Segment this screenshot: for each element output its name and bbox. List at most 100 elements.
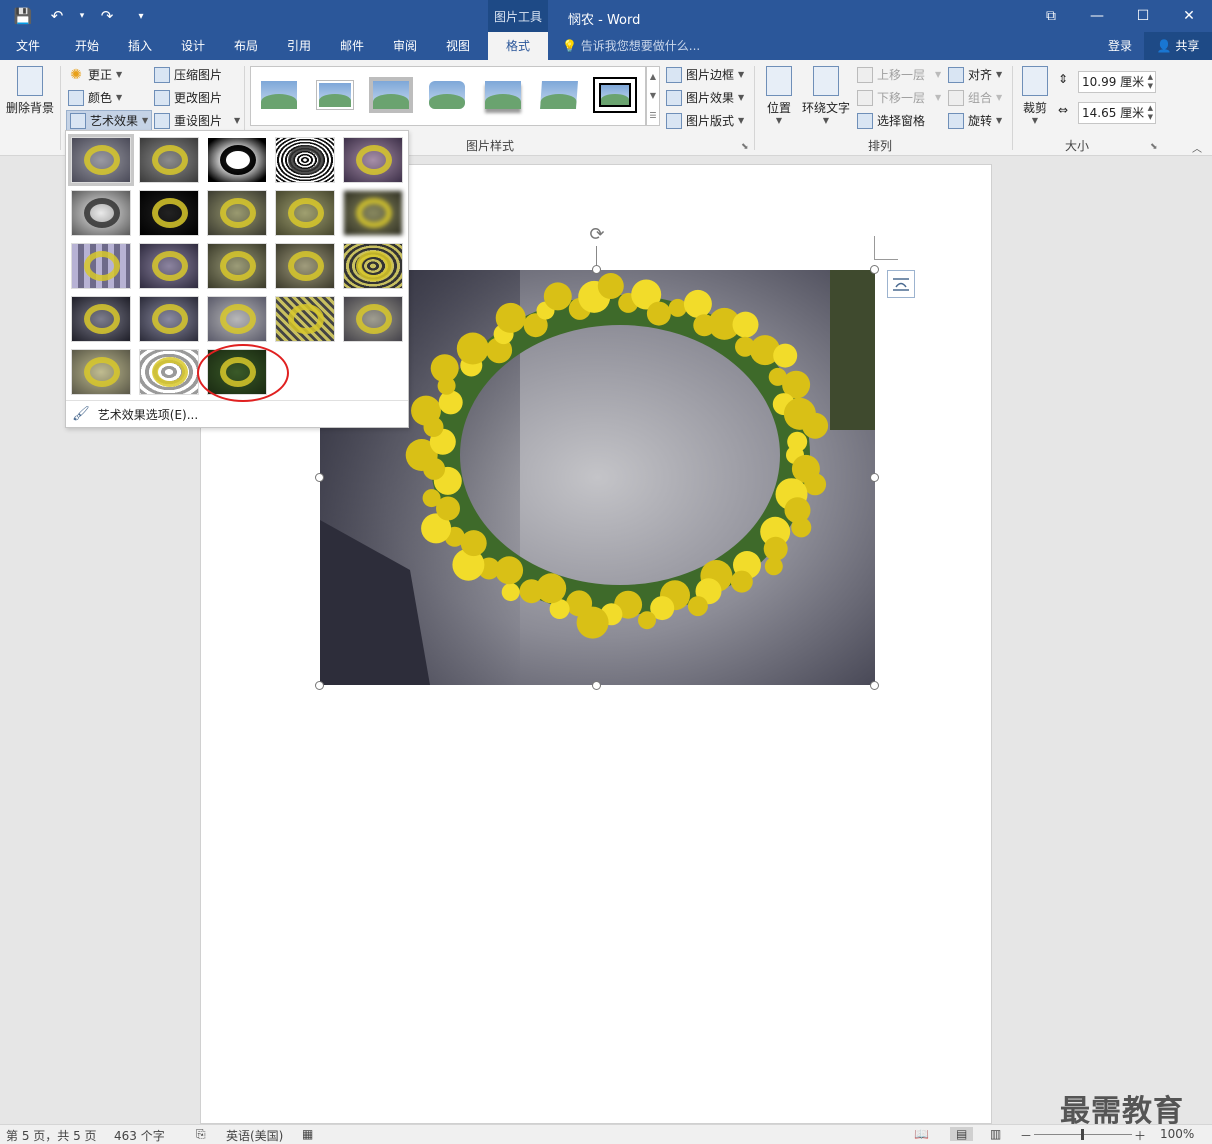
minimize-icon[interactable]: — <box>1074 0 1120 32</box>
tab-home[interactable]: 开始 <box>62 32 112 60</box>
corrections-button[interactable]: ✺ 更正 ▼ <box>68 66 122 83</box>
layout-options-icon[interactable] <box>887 270 915 298</box>
customize-qat-icon[interactable]: ▾ <box>126 4 156 28</box>
artistic-effect-option[interactable] <box>207 243 267 289</box>
wrap-text-button[interactable]: 环绕文字 ▼ <box>800 66 852 125</box>
ribbon-display-options-icon[interactable]: ⧉ <box>1028 0 1074 32</box>
undo-icon[interactable]: ↶ <box>42 4 72 28</box>
maximize-icon[interactable]: ☐ <box>1120 0 1166 32</box>
send-backward-button[interactable]: 下移一层 ▼ <box>857 89 941 106</box>
tab-layout[interactable]: 布局 <box>221 32 271 60</box>
resize-handle[interactable] <box>870 265 879 274</box>
artistic-effect-option[interactable] <box>139 137 199 183</box>
zoom-out-button[interactable]: － <box>1020 1127 1032 1144</box>
artistic-effect-option[interactable] <box>139 190 199 236</box>
artistic-effect-option[interactable] <box>68 134 134 186</box>
print-layout-icon[interactable]: ▤ <box>950 1127 974 1141</box>
collapse-ribbon-icon[interactable]: ︿ <box>1192 140 1202 155</box>
language-indicator[interactable]: 英语(美国) <box>226 1127 283 1144</box>
gallery-more-icon[interactable]: ☰ <box>649 111 656 120</box>
artistic-effect-option[interactable] <box>139 296 199 342</box>
compress-pictures-button[interactable]: 压缩图片 <box>154 66 222 83</box>
resize-handle[interactable] <box>592 681 601 690</box>
tab-file[interactable]: 文件 <box>6 32 50 60</box>
remove-background-button[interactable]: 删除背景 <box>4 66 56 116</box>
artistic-effect-option[interactable] <box>275 296 335 342</box>
tab-references[interactable]: 引用 <box>274 32 324 60</box>
height-input[interactable]: 10.99 厘米 ▲ ▼ <box>1078 71 1156 93</box>
tab-review[interactable]: 审阅 <box>380 32 430 60</box>
artistic-effect-option[interactable] <box>139 243 199 289</box>
redo-icon[interactable]: ↷ <box>92 4 122 28</box>
macro-icon[interactable]: ▦ <box>302 1127 313 1141</box>
artistic-effect-option[interactable] <box>275 137 335 183</box>
resize-handle[interactable] <box>870 473 879 482</box>
gallery-scroll[interactable]: ▲ ▼ ☰ <box>646 66 660 126</box>
align-button[interactable]: 对齐 ▼ <box>948 66 1002 83</box>
rotate-handle-icon[interactable]: ⟳ <box>586 224 608 246</box>
artistic-effect-option[interactable] <box>207 296 267 342</box>
height-spinner[interactable]: ▲ ▼ <box>1148 73 1153 91</box>
tab-design[interactable]: 设计 <box>168 32 218 60</box>
artistic-effect-option[interactable] <box>275 243 335 289</box>
scroll-up-icon[interactable]: ▲ <box>650 72 656 81</box>
artistic-effect-option[interactable] <box>275 190 335 236</box>
tab-view[interactable]: 视图 <box>433 32 483 60</box>
resize-handle[interactable] <box>870 681 879 690</box>
dialog-launcher-icon[interactable]: ⬊ <box>1150 142 1158 152</box>
picture-style-4[interactable] <box>425 77 469 113</box>
undo-dropdown-icon[interactable]: ▾ <box>76 4 88 28</box>
picture-style-2[interactable] <box>313 77 357 113</box>
resize-handle[interactable] <box>592 265 601 274</box>
resize-handle[interactable] <box>315 473 324 482</box>
picture-style-5[interactable] <box>481 77 525 113</box>
artistic-effects-button[interactable]: 艺术效果 ▼ <box>66 110 153 131</box>
artistic-effect-option[interactable] <box>207 137 267 183</box>
artistic-effects-options-item[interactable]: 🖌 艺术效果选项(E)... <box>72 404 198 424</box>
tab-mailings[interactable]: 邮件 <box>327 32 377 60</box>
word-count[interactable]: 463 个字 <box>114 1127 165 1144</box>
selection-pane-button[interactable]: 选择窗格 <box>857 112 925 129</box>
change-picture-button[interactable]: 更改图片 <box>154 89 222 106</box>
artistic-effect-option[interactable] <box>343 296 403 342</box>
save-icon[interactable]: 💾 <box>8 4 38 28</box>
picture-effects-button[interactable]: 图片效果 ▼ <box>666 89 744 106</box>
artistic-effect-option[interactable] <box>343 190 403 236</box>
tab-insert[interactable]: 插入 <box>115 32 165 60</box>
artistic-effect-option[interactable] <box>139 349 199 395</box>
group-button[interactable]: 组合 ▼ <box>948 89 1002 106</box>
page-count[interactable]: 第 5 页，共 5 页 <box>6 1127 97 1144</box>
picture-style-1[interactable] <box>257 77 301 113</box>
close-icon[interactable]: ✕ <box>1166 0 1212 32</box>
width-input[interactable]: 14.65 厘米 ▲ ▼ <box>1078 102 1156 124</box>
dialog-launcher-icon[interactable]: ⬊ <box>741 142 749 152</box>
position-button[interactable]: 位置 ▼ <box>762 66 796 125</box>
share-button[interactable]: 👤 共享 <box>1144 32 1212 60</box>
picture-style-6[interactable] <box>537 77 581 113</box>
picture-border-button[interactable]: 图片边框 ▼ <box>666 66 744 83</box>
tell-me-box[interactable]: 💡 告诉我您想要做什么... <box>562 32 700 60</box>
scroll-down-icon[interactable]: ▼ <box>650 91 656 100</box>
resize-handle[interactable] <box>315 681 324 690</box>
zoom-slider-knob[interactable] <box>1081 1129 1084 1140</box>
picture-style-7[interactable] <box>593 77 637 113</box>
read-mode-icon[interactable]: 📖 <box>914 1127 929 1141</box>
artistic-effect-option[interactable] <box>71 243 131 289</box>
color-button[interactable]: 颜色 ▼ <box>68 89 122 106</box>
proofing-icon[interactable]: ⎘ <box>196 1127 206 1142</box>
artistic-effect-option[interactable] <box>343 243 403 289</box>
picture-style-3[interactable] <box>369 77 413 113</box>
picture-layout-button[interactable]: 图片版式 ▼ <box>666 112 744 129</box>
crop-button[interactable]: 裁剪 ▼ <box>1018 66 1052 125</box>
artistic-effect-option[interactable] <box>71 190 131 236</box>
reset-picture-button[interactable]: 重设图片 ▼ <box>154 112 240 129</box>
login-link[interactable]: 登录 <box>1108 32 1132 60</box>
web-layout-icon[interactable]: ▥ <box>990 1127 1001 1141</box>
artistic-effect-option[interactable] <box>71 349 131 395</box>
artistic-effect-option[interactable] <box>207 190 267 236</box>
bring-forward-button[interactable]: 上移一层 ▼ <box>857 66 941 83</box>
artistic-effect-option[interactable] <box>71 296 131 342</box>
width-spinner[interactable]: ▲ ▼ <box>1148 104 1153 122</box>
rotate-button[interactable]: 旋转 ▼ <box>948 112 1002 129</box>
artistic-effect-option[interactable] <box>343 137 403 183</box>
